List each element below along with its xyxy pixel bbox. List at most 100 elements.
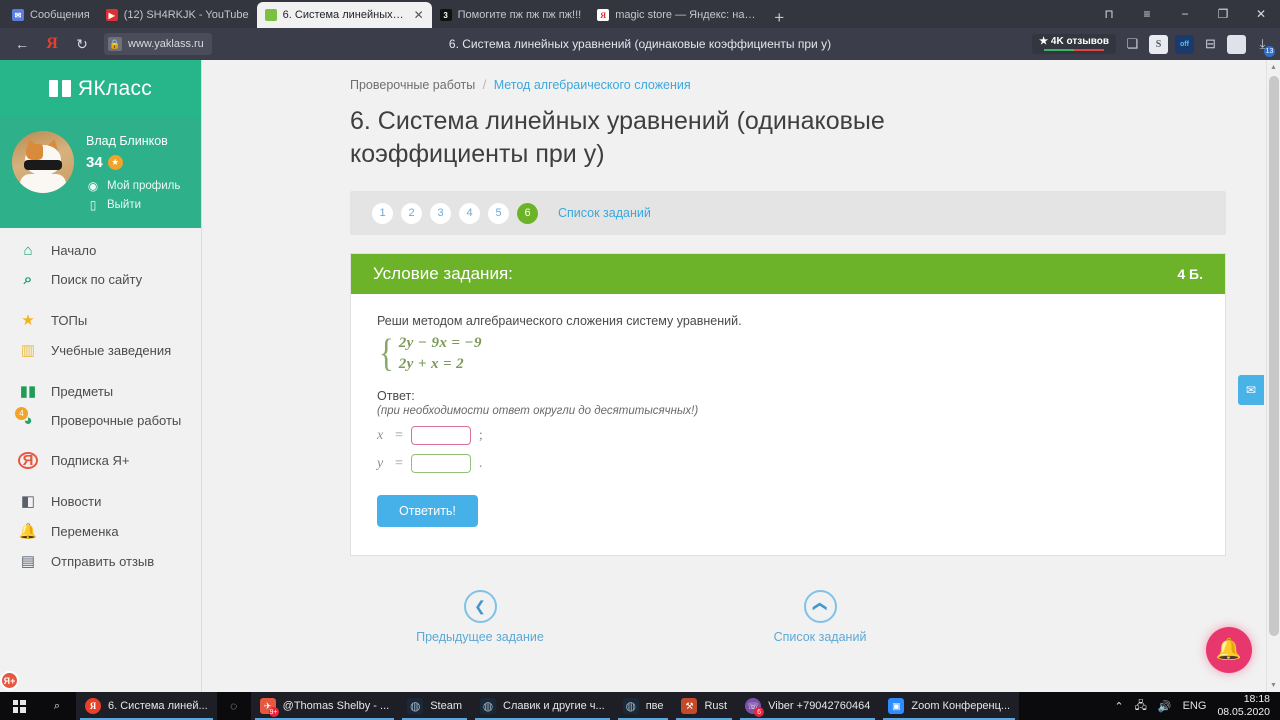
megaphone-icon: ◧ [20, 493, 36, 510]
breadcrumb-current[interactable]: Метод алгебраического сложения [494, 78, 691, 92]
back-button[interactable]: ← [8, 31, 36, 57]
page-title: 6. Система линейных уравнений (одинаковы… [350, 107, 885, 168]
tag-icon[interactable]: ⊟ [1201, 35, 1220, 54]
network-icon[interactable]: 🖧 [1135, 697, 1147, 716]
taskbar-item-rust[interactable]: ⚒ Rust [672, 692, 737, 720]
sidebar-item-home[interactable]: ⌂ Начало [0, 236, 201, 265]
close-icon[interactable]: ✕ [414, 8, 424, 22]
taskbar-search-icon[interactable]: ⌕ [38, 692, 76, 720]
sidebar-item-tops[interactable]: ★ ТОПы [0, 305, 201, 335]
step-3[interactable]: 3 [430, 202, 451, 224]
new-tab-button[interactable]: + [764, 9, 794, 28]
cat-sunglasses [24, 160, 62, 170]
clock-time: 18:18 [1243, 693, 1270, 705]
taskbar-item-cortana[interactable]: ◌ [217, 692, 251, 720]
logout-icon: ▯ [89, 198, 97, 212]
task-list-nav[interactable]: ❮ Список заданий [750, 590, 890, 644]
logout-link[interactable]: ▯ Выйти [86, 198, 180, 212]
page-scrollbar[interactable]: ▲ ▼ [1266, 60, 1280, 692]
language-indicator[interactable]: ENG [1183, 700, 1207, 712]
document-icon[interactable] [1227, 34, 1246, 54]
yandex-logo-icon[interactable]: Я [38, 31, 66, 57]
sidebar-item-label: Учебные заведения [51, 342, 172, 358]
tests-count: 4 [15, 407, 28, 420]
browser-tab-0[interactable]: ✉ Сообщения [4, 2, 98, 28]
task-list-link[interactable]: Список заданий [558, 206, 651, 220]
minimize-button[interactable]: − [1166, 0, 1204, 28]
bookmark-icon[interactable]: ❏ [1123, 35, 1142, 54]
envelope-icon[interactable]: ✉ [1238, 375, 1264, 405]
sidebar-item-label: ТОПы [51, 312, 88, 328]
savefrom-icon[interactable]: S [1149, 34, 1168, 54]
reload-button[interactable]: ↻ [68, 31, 96, 57]
taskbar-item-steam-chat[interactable]: ◍ Славик и другие ч... [471, 692, 614, 720]
sidebar-item-label: Переменка [51, 523, 119, 539]
brand-text: ЯКласс [77, 76, 153, 100]
notifications-fab[interactable]: 🔔 [1206, 627, 1252, 673]
youtube-icon: ▶ [105, 9, 118, 21]
profile-link[interactable]: ◉ Мой профиль [86, 179, 181, 193]
step-4[interactable]: 4 [459, 202, 480, 224]
taskbar-item-steam[interactable]: ◍ Steam [398, 692, 471, 720]
brand-logo[interactable]: ЯКласс [0, 60, 201, 117]
menu-icon[interactable]: ≡ [1128, 0, 1166, 28]
step-2[interactable]: 2 [401, 202, 422, 224]
url-input[interactable]: 🔒 www.yaklass.ru [104, 33, 212, 55]
sidebar-item-subjects[interactable]: ▮▮ Предметы [0, 376, 201, 406]
taskbar-item-browser[interactable]: Я 6. Система линей... [76, 692, 217, 720]
browser-tab-1[interactable]: ▶ (12) SH4RKJK - YouTube [98, 2, 257, 28]
sidebar-item-label: Предметы [51, 383, 114, 399]
tray-expand-icon[interactable]: ⌃ [1114, 700, 1123, 713]
viber-icon: ☏ 6 [745, 698, 765, 717]
task-footer-nav: ❮ Предыдущее задание ❮ Список заданий [350, 590, 1226, 644]
step-5[interactable]: 5 [488, 202, 509, 224]
collections-icon[interactable]: ⊓ [1090, 0, 1128, 28]
taskbar-item-telegram[interactable]: ✈ 9+ @Thomas Shelby - ... [250, 692, 399, 720]
variable-x-label: x [377, 427, 384, 443]
browser-tab-2-active[interactable]: 6. Система линейных ур... ✕ [256, 2, 432, 28]
adblock-off-icon[interactable]: off [1175, 34, 1194, 54]
sidebar-item-search[interactable]: ⌕ Поиск по сайту [0, 265, 201, 294]
browser-tab-4[interactable]: Я magic store — Яндекс: наш... [589, 2, 764, 28]
equals-sign: = [395, 455, 403, 471]
taskbar-item-steam-pve[interactable]: ◍ пве [613, 692, 673, 720]
previous-task-label: Предыдущее задание [416, 630, 544, 644]
browser-tab-3[interactable]: 3 Помогите пж пж пж пж!!! [432, 2, 590, 28]
step-1[interactable]: 1 [372, 202, 393, 224]
system-brace: { [378, 332, 394, 375]
taskbar-item-viber[interactable]: ☏ 6 Viber +79042760464 [736, 692, 880, 720]
user-name: Влад Блинков [86, 134, 168, 148]
steam-icon: ◍ [622, 698, 639, 714]
variable-y-label: y [377, 455, 384, 471]
tab-strip: ✉ Сообщения ▶ (12) SH4RKJK - YouTube 6. … [0, 0, 1280, 28]
scroll-up-arrow[interactable]: ▲ [1267, 60, 1280, 74]
answer-input-x[interactable] [410, 426, 471, 445]
downloads-icon[interactable]: ⤓ 13 [1253, 35, 1275, 57]
previous-task-nav[interactable]: ❮ Предыдущее задание [410, 590, 550, 644]
cat-patch [26, 144, 43, 160]
taskbar-item-zoom[interactable]: ▣ Zoom Конференц... [879, 692, 1020, 720]
sidebar-item-break[interactable]: 🔔 Переменка [0, 516, 201, 546]
sidebar-item-feedback[interactable]: ▤ Отправить отзыв [0, 546, 201, 576]
viber-count: 6 [754, 707, 765, 717]
sidebar-item-institutions[interactable]: ▥ Учебные заведения [0, 335, 201, 365]
close-button[interactable]: ✕ [1242, 0, 1280, 28]
scrollbar-thumb[interactable] [1269, 76, 1279, 636]
reviews-badge[interactable]: ★ 4K отзывов [1032, 34, 1116, 54]
windows-start-icon[interactable] [0, 692, 38, 720]
sidebar-item-news[interactable]: ◧ Новости [0, 486, 201, 516]
submit-answer-button[interactable]: Ответить! [377, 495, 478, 527]
scroll-down-arrow[interactable]: ▼ [1267, 678, 1280, 692]
avatar[interactable] [12, 131, 74, 193]
answer-input-y[interactable] [410, 454, 471, 473]
volume-icon[interactable]: 🔊 [1158, 700, 1172, 713]
user-panel: Я+ Влад Блинков 34 ★ ◉ Мой профиль ▯ Вый… [0, 117, 201, 690]
sidebar-item-tests[interactable]: ◕ 4 Проверочные работы [0, 406, 201, 435]
taskbar-clock[interactable]: 18:18 08.05.2020 [1217, 693, 1270, 719]
windows-taskbar: ⌕ Я 6. Система линей... ◌ ✈ 9+ @Thomas Sh… [0, 692, 1280, 720]
sidebar-item-subscription[interactable]: Я Подписка Я+ [0, 446, 201, 475]
breadcrumb-root[interactable]: Проверочные работы [350, 78, 475, 92]
taskbar-item-label: Viber +79042760464 [768, 700, 871, 712]
step-6-current[interactable]: 6 [517, 202, 538, 224]
maximize-button[interactable]: ❐ [1204, 0, 1242, 28]
